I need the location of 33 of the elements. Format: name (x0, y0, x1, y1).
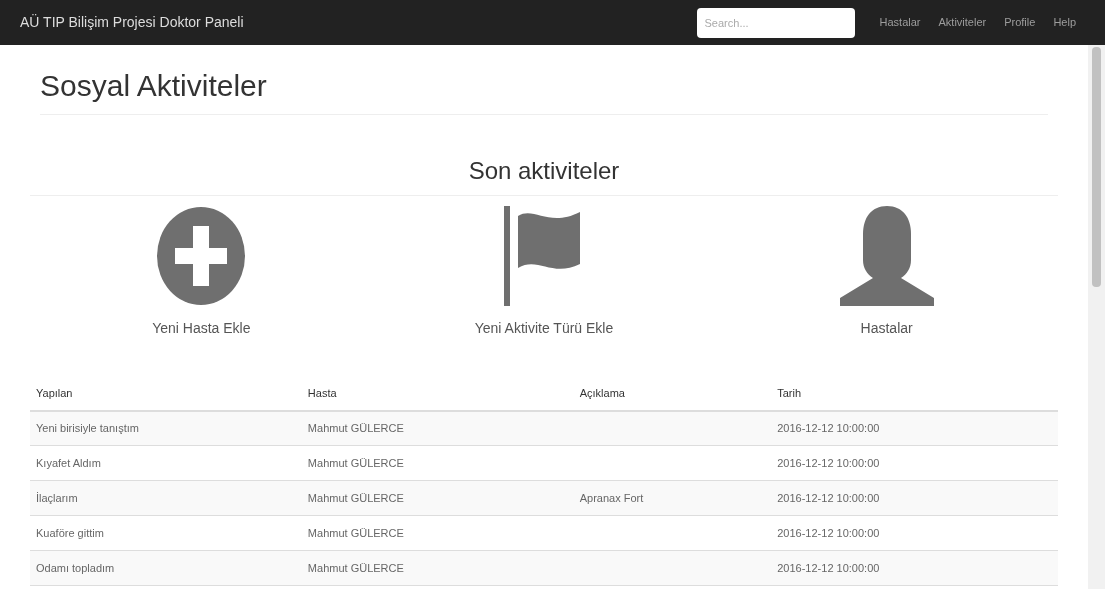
plus-circle-icon (156, 206, 247, 306)
column-header: Hasta (301, 377, 574, 411)
table-cell: Mahmut GÜLERCE (307, 491, 404, 504)
search-field[interactable]: Search... (696, 7, 855, 38)
table-cell: 2016-12-12 10:00:00 (777, 491, 880, 504)
column-header: Açıklama (573, 377, 772, 411)
nav-link[interactable]: Help (1053, 14, 1076, 31)
table-cell: İlaçlarım (36, 491, 78, 504)
column-header: Tarih (771, 377, 1058, 411)
nav-link[interactable]: Profile (1004, 14, 1036, 31)
table-cell: 2016-12-12 10:00:00 (777, 526, 880, 539)
shortcut-label[interactable]: Yeni Aktivite Türü Ekle (474, 318, 614, 339)
table-cell: Kuaföre gittim (36, 526, 104, 539)
brand-title[interactable]: AÜ TIP Bilişim Projesi Doktor Paneli (20, 12, 244, 33)
table-cell: Odamı topladım (36, 561, 115, 574)
table-cell: 2016-12-12 10:00:00 (777, 561, 880, 574)
table-cell: Kıyafet Aldım (36, 456, 101, 469)
table-cell: Mahmut GÜLERCE (307, 561, 404, 574)
nav-link[interactable]: Hastalar (879, 14, 921, 31)
table-cell: Mahmut GÜLERCE (307, 422, 404, 434)
table-cell: Yeni birisiyle tanıştım (36, 422, 139, 434)
user-icon (839, 206, 934, 306)
table-cell: 2016-12-12 10:00:00 (777, 456, 880, 469)
page-title: Sosyal Aktiviteler (40, 68, 268, 104)
table-cell: 2016-12-12 10:00:00 (777, 422, 880, 434)
section-title: Son aktiviteler (467, 156, 621, 186)
table-cell: Apranax Fort (579, 491, 644, 504)
nav-link[interactable]: Aktiviteler (938, 14, 987, 31)
table-cell: Mahmut GÜLERCE (307, 526, 404, 539)
shortcut-label[interactable]: Yeni Hasta Ekle (152, 318, 251, 339)
column-header: Yapılan (30, 377, 302, 411)
table-cell: Mahmut GÜLERCE (307, 456, 404, 469)
shortcut-label[interactable]: Hastalar (860, 318, 913, 339)
